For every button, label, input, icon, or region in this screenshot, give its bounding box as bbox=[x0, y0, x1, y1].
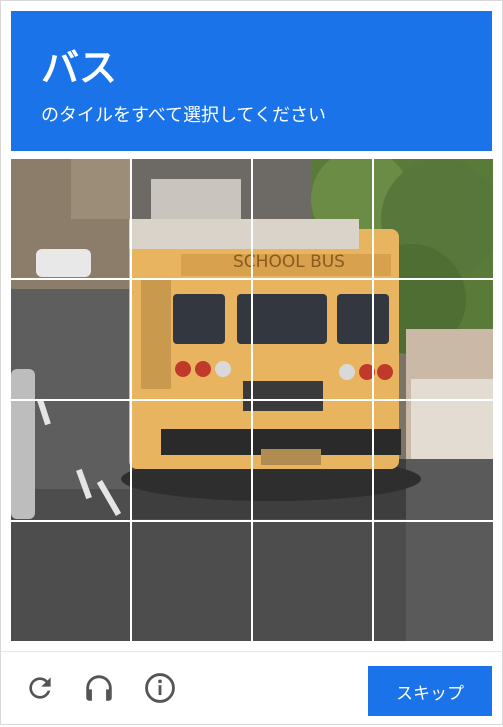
info-button[interactable] bbox=[142, 670, 178, 706]
captcha-frame: バス のタイルをすべて選択してください SCHOOL BUS スキップ bbox=[0, 0, 503, 725]
captcha-footer: スキップ bbox=[1, 651, 503, 727]
audio-challenge-button[interactable] bbox=[81, 670, 117, 706]
image-grid: SCHOOL BUS bbox=[11, 159, 493, 641]
reload-button[interactable] bbox=[22, 670, 58, 706]
reload-icon bbox=[29, 677, 51, 699]
challenge-title: バス bbox=[41, 46, 118, 90]
challenge-header: バス のタイルをすべて選択してください bbox=[11, 11, 492, 151]
skip-button[interactable]: スキップ bbox=[368, 666, 492, 716]
grid-lines bbox=[11, 159, 493, 641]
info-icon bbox=[145, 673, 175, 703]
headphones-icon bbox=[86, 675, 112, 701]
challenge-instruction: のタイルをすべて選択してください bbox=[41, 105, 326, 126]
